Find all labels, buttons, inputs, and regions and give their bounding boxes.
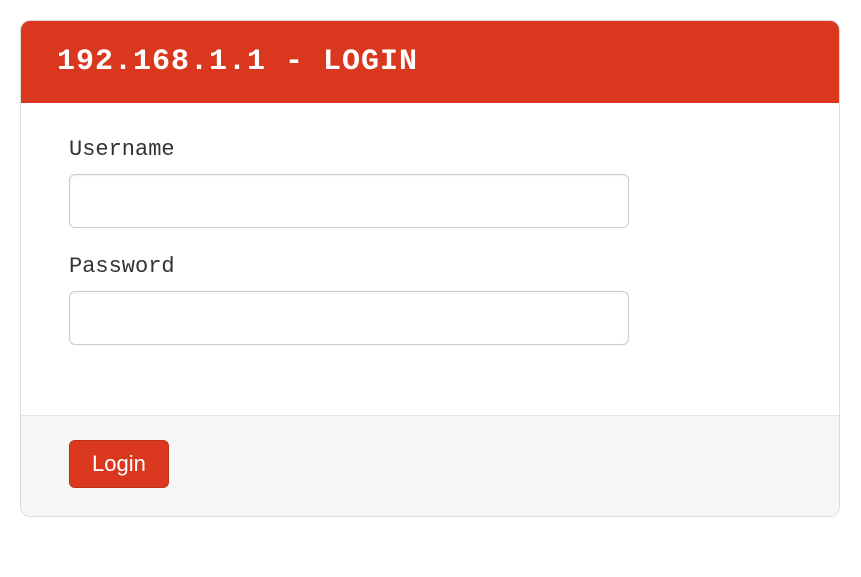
page-title: 192.168.1.1 - LOGIN [57,45,418,79]
username-group: Username [69,137,791,228]
username-input[interactable] [69,174,629,228]
password-label: Password [69,254,791,279]
password-group: Password [69,254,791,345]
username-label: Username [69,137,791,162]
panel-footer: Login [21,415,839,516]
panel-header: 192.168.1.1 - LOGIN [21,21,839,103]
login-panel: 192.168.1.1 - LOGIN Username Password Lo… [20,20,840,517]
login-button[interactable]: Login [69,440,169,488]
password-input[interactable] [69,291,629,345]
panel-body: Username Password [21,103,839,415]
